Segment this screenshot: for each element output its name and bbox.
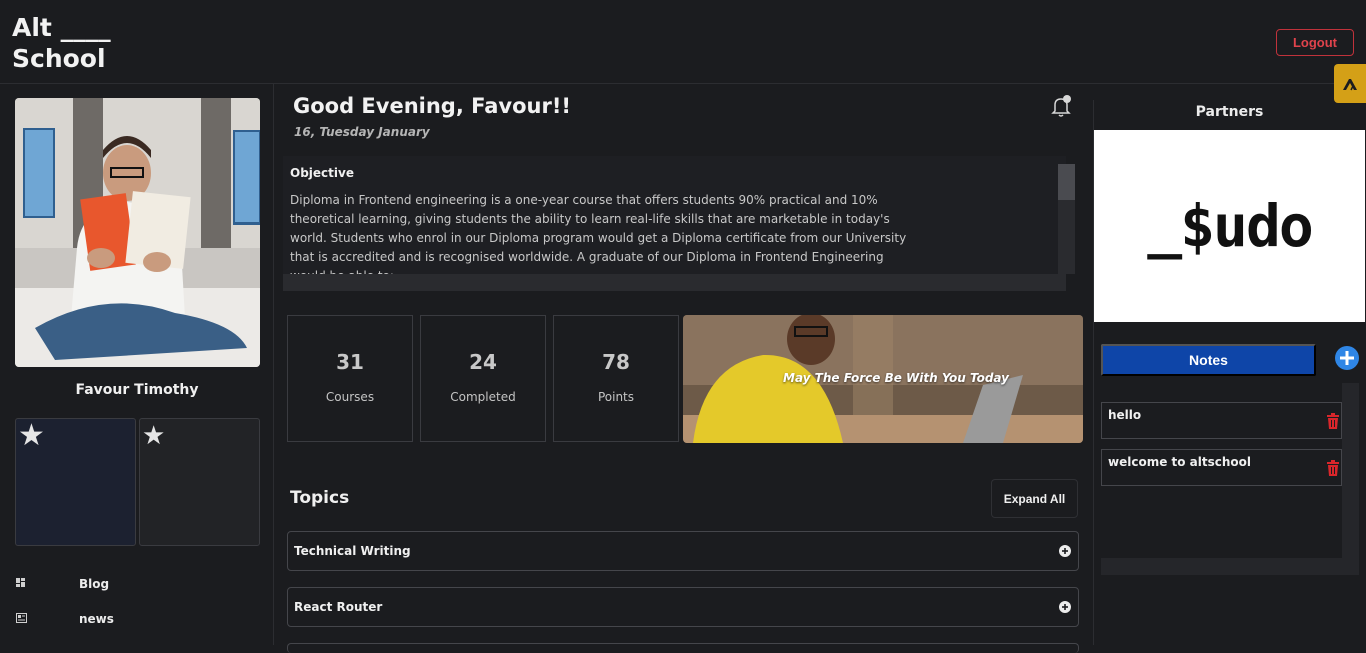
alt-badge-icon	[1343, 78, 1357, 90]
logo-line-2: School	[12, 44, 106, 73]
star-card[interactable]: ★	[15, 418, 136, 546]
stat-card-completed: 24 Completed	[420, 315, 546, 442]
motivation-text: May The Force Be With You Today	[783, 371, 1009, 385]
scrollbar-thumb[interactable]	[1058, 164, 1075, 200]
notes-scrollbar[interactable]	[1342, 383, 1359, 558]
note-item[interactable]: hello	[1101, 402, 1342, 439]
sidebar-item-blog[interactable]: Blog	[16, 574, 256, 594]
newspaper-icon	[16, 612, 28, 626]
add-note-icon[interactable]	[1334, 345, 1360, 371]
plus-circle-icon[interactable]	[1058, 600, 1072, 614]
motivation-banner: May The Force Be With You Today	[683, 315, 1083, 443]
trash-icon[interactable]	[1326, 460, 1340, 476]
stat-value: 24	[469, 350, 497, 374]
partners-title: Partners	[1195, 104, 1264, 120]
trash-icon[interactable]	[1326, 413, 1340, 429]
topic-item-react-router[interactable]: React Router	[287, 587, 1079, 627]
profile-photo	[15, 98, 260, 367]
star-icon: ★	[142, 421, 166, 451]
objective-scrollbar[interactable]	[1058, 164, 1075, 274]
star-card[interactable]: ★	[139, 418, 260, 546]
logo-line-1: Alt ____	[12, 13, 111, 42]
profile-name: Favour Timothy	[75, 382, 199, 398]
partner-logo[interactable]: _$udo	[1094, 130, 1365, 322]
logout-button[interactable]: Logout	[1276, 29, 1354, 56]
star-icon: ★	[18, 418, 45, 453]
dashboard-icon	[16, 577, 28, 591]
objective-title: Objective	[290, 166, 354, 180]
objective-horizontal-scrollbar[interactable]	[283, 274, 1066, 291]
top-header: Alt ____ School Logout	[0, 0, 1366, 84]
current-date: 16, Tuesday January	[294, 125, 430, 139]
stat-value: 31	[336, 350, 364, 374]
expand-all-button[interactable]: Expand All	[991, 479, 1078, 518]
app-logo[interactable]: Alt ____ School	[12, 12, 111, 74]
notes-button[interactable]: Notes	[1101, 344, 1316, 376]
notes-horizontal-scrollbar[interactable]	[1101, 558, 1359, 575]
notification-bell-icon[interactable]	[1049, 94, 1073, 118]
note-text: welcome to altschool	[1108, 455, 1252, 469]
sidebar-item-news[interactable]: news	[16, 609, 256, 629]
stat-value: 78	[602, 350, 630, 374]
stat-card-courses: 31 Courses	[287, 315, 413, 442]
objective-text: Diploma in Frontend engineering is a one…	[290, 193, 907, 283]
topic-item-technical-writing[interactable]: Technical Writing	[287, 531, 1079, 571]
stat-caption: Completed	[450, 390, 516, 404]
plus-circle-icon[interactable]	[1058, 544, 1072, 558]
stat-caption: Courses	[325, 390, 375, 404]
objective-panel: Objective Diploma in Frontend engineerin…	[283, 156, 1066, 291]
partner-logo-text: _$udo	[1147, 192, 1314, 260]
note-item[interactable]: welcome to altschool	[1101, 449, 1342, 486]
sidebar-item-label: Blog	[79, 577, 110, 591]
left-sidebar: Favour Timothy ★ ★ Blog news	[0, 84, 274, 645]
topic-label: Technical Writing	[294, 544, 411, 558]
stat-card-points: 78 Points	[553, 315, 679, 442]
notes-list: hello welcome to altschool	[1101, 383, 1357, 558]
greeting-title: Good Evening, Favour!!	[293, 94, 571, 118]
topic-label: React Router	[294, 600, 383, 614]
main-content: Good Evening, Favour!! 16, Tuesday Janua…	[275, 84, 1092, 653]
accessibility-badge[interactable]	[1334, 64, 1366, 103]
stat-caption: Points	[597, 390, 635, 404]
sidebar-item-label: news	[79, 612, 114, 626]
topics-title: Topics	[290, 488, 350, 508]
right-panel: Partners _$udo Notes hello welcome to al…	[1093, 100, 1366, 645]
note-text: hello	[1108, 408, 1142, 422]
